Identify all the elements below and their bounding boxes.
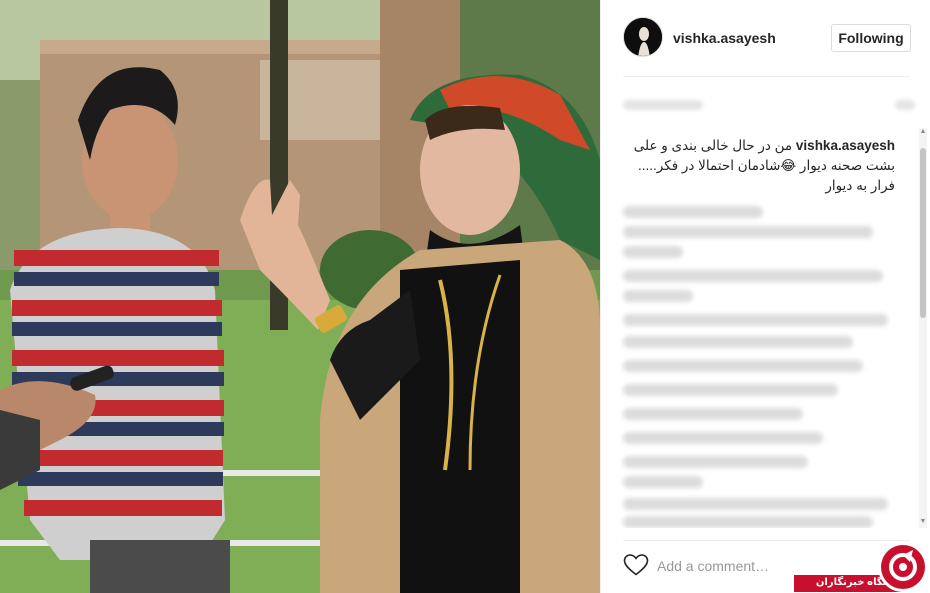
blurred-comment (623, 270, 883, 282)
blurred-comment (623, 206, 763, 218)
blurred-text (895, 100, 915, 110)
blurred-comment (623, 384, 838, 396)
comments-scrollbar[interactable]: ▲ ▼ (919, 128, 927, 528)
scroll-up-arrow-icon[interactable]: ▲ (919, 128, 927, 138)
blurred-comment (623, 226, 873, 238)
scrollbar-thumb[interactable] (920, 148, 926, 318)
footer-divider (623, 540, 910, 541)
profile-avatar[interactable] (623, 17, 663, 57)
add-comment-input[interactable] (657, 555, 837, 577)
heart-outline-icon[interactable] (623, 553, 649, 577)
blurred-comment (623, 290, 693, 302)
comments-list[interactable]: vishka.asayesh من در حال خالی بندی و علی… (601, 128, 915, 528)
blurred-comment (623, 516, 873, 528)
blurred-comment (623, 336, 853, 348)
blurred-comment (623, 476, 703, 488)
blurred-comment (623, 456, 808, 468)
photo-scene (0, 0, 600, 593)
avatar-image (624, 18, 662, 56)
caption-username[interactable]: vishka.asayesh (796, 138, 895, 153)
post-sidebar: vishka.asayesh Following vishka.asayesh … (600, 0, 930, 593)
blurred-comment (623, 360, 863, 372)
following-button[interactable]: Following (831, 24, 911, 52)
blurred-text (623, 100, 703, 110)
header-divider (623, 76, 910, 77)
scroll-down-arrow-icon[interactable]: ▼ (919, 518, 927, 528)
post-caption: vishka.asayesh من در حال خالی بندی و علی… (625, 136, 895, 196)
blurred-comment (623, 432, 823, 444)
post-photo[interactable] (0, 0, 600, 593)
blurred-comment (623, 314, 888, 326)
post-header: vishka.asayesh Following (601, 0, 930, 76)
blurred-comment (623, 246, 683, 258)
post-username[interactable]: vishka.asayesh (673, 30, 776, 46)
blurred-comment (623, 498, 888, 510)
blurred-comment (623, 408, 803, 420)
blurred-location-row (623, 96, 915, 114)
yjc-logo-icon (876, 540, 930, 593)
